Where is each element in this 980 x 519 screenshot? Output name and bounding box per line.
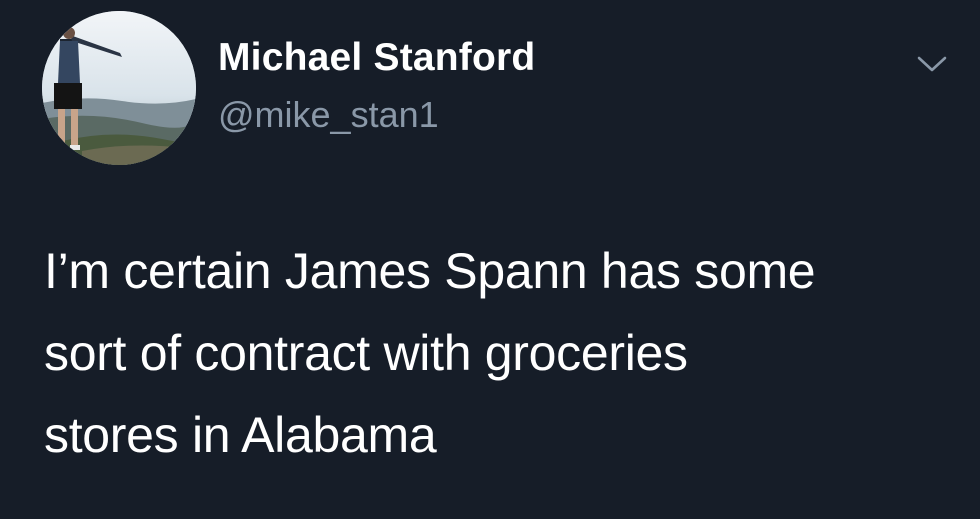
chevron-down-icon[interactable] [916, 50, 948, 76]
tweet-card: Michael Stanford @mike_stan1 I’m certain… [0, 0, 980, 519]
tweet-text-line: I’m certain James Spann has some [44, 243, 816, 299]
user-handle[interactable]: @mike_stan1 [218, 94, 439, 136]
avatar-photo [42, 11, 196, 165]
tweet-text: I’m certain James Spann has some sort of… [44, 230, 954, 476]
display-name[interactable]: Michael Stanford [218, 36, 535, 80]
tweet-text-line: stores in Alabama [44, 407, 437, 463]
avatar[interactable] [42, 11, 196, 165]
tweet-text-line: sort of contract with groceries [44, 325, 688, 381]
